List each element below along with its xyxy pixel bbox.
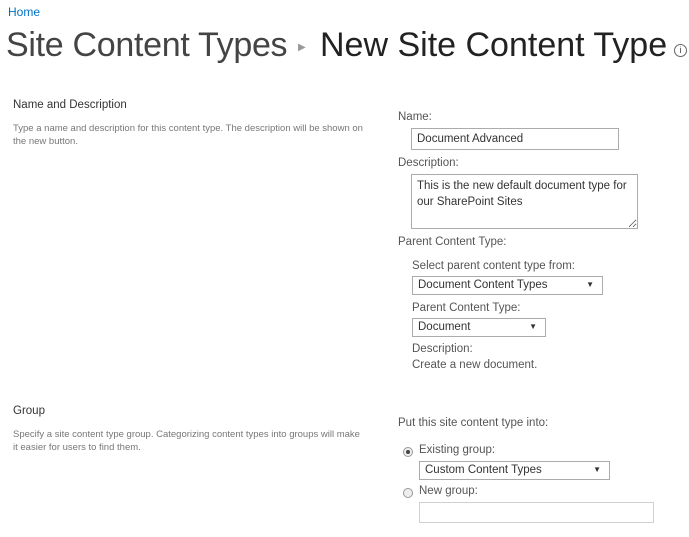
parent-group-select[interactable]: Document Content Types ▼	[412, 276, 603, 295]
name-input[interactable]	[411, 128, 619, 150]
info-circle-icon[interactable]: i	[674, 44, 687, 57]
new-group-radio[interactable]	[403, 488, 413, 498]
parent-content-type-label: Parent Content Type:	[398, 236, 507, 248]
existing-group-radio[interactable]	[403, 447, 413, 457]
dropdown-arrow-icon: ▼	[586, 280, 594, 289]
breadcrumb-separator-icon: ▶	[298, 42, 306, 53]
parent-type-select[interactable]: Document ▼	[412, 318, 546, 337]
dropdown-arrow-icon: ▼	[529, 322, 537, 331]
name-label: Name:	[398, 111, 432, 123]
select-value: Document	[418, 321, 471, 333]
put-into-label: Put this site content type into:	[398, 417, 549, 429]
select-value: Document Content Types	[418, 279, 548, 291]
new-group-label[interactable]: New group:	[419, 485, 478, 497]
parent-description-label: Description:	[412, 343, 473, 355]
group-section-heading: Group	[13, 405, 45, 417]
page-title: New Site Content Type	[320, 26, 668, 64]
new-group-input[interactable]	[419, 502, 654, 523]
group-section-description: Specify a site content type group. Categ…	[13, 429, 360, 453]
dropdown-arrow-icon: ▼	[593, 465, 601, 474]
description-textarea[interactable]: This is the new default document type fo…	[411, 174, 638, 229]
parent-type-label: Parent Content Type:	[412, 302, 521, 314]
description-label: Description:	[398, 157, 459, 169]
existing-group-select[interactable]: Custom Content Types ▼	[419, 461, 610, 480]
name-section-heading: Name and Description	[13, 99, 127, 111]
select-from-label: Select parent content type from:	[412, 260, 576, 272]
breadcrumb-home-link[interactable]: Home	[8, 5, 40, 19]
name-section-description: Type a name and description for this con…	[13, 123, 363, 147]
parent-description-value: Create a new document.	[412, 359, 538, 371]
breadcrumb-site-content-types[interactable]: Site Content Types	[6, 26, 288, 65]
select-value: Custom Content Types	[425, 464, 542, 476]
existing-group-label[interactable]: Existing group:	[419, 444, 495, 456]
